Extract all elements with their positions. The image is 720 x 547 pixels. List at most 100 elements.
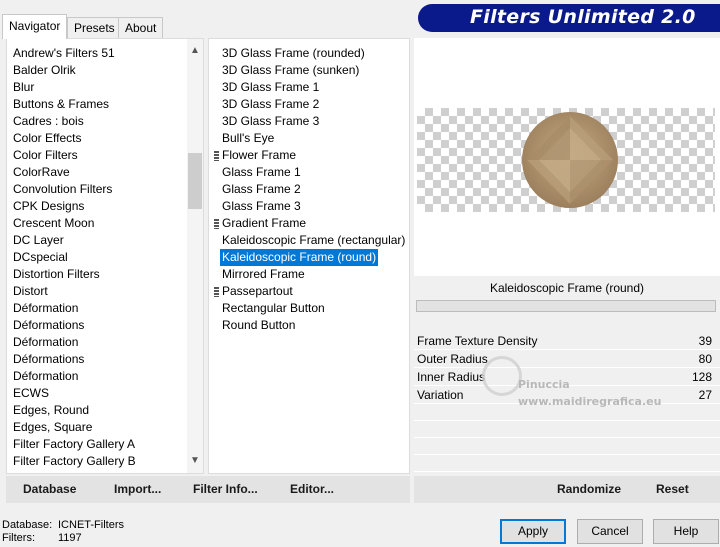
scroll-down-icon[interactable]: ▼ — [187, 453, 203, 469]
category-item[interactable]: Filter Factory Gallery C — [7, 470, 189, 473]
filter-item[interactable]: Glass Frame 3 — [209, 198, 409, 215]
progress-bar — [416, 300, 716, 312]
category-item[interactable]: Balder Olrik — [7, 62, 189, 79]
filter-item-label: Glass Frame 1 — [222, 165, 301, 179]
category-list-panel: Andrew's Filters 51 Balder Olrik Blur Butto… — [6, 38, 204, 474]
reset-button[interactable]: Reset — [656, 482, 689, 496]
help-button[interactable]: Help — [653, 519, 719, 544]
preview-area — [414, 38, 720, 276]
preview-panel: Kaleidoscopic Frame (round) Frame Textur… — [414, 38, 720, 474]
group-marker-icon — [214, 219, 219, 229]
filter-item-label: Rectangular Button — [222, 301, 325, 315]
category-item[interactable]: Déformation — [7, 300, 189, 317]
category-item[interactable]: Distortion Filters — [7, 266, 189, 283]
status-database-label: Database: — [2, 519, 53, 531]
parameter-value[interactable]: 39 — [699, 332, 712, 350]
action-bar-left: Database Import... Filter Info... Editor… — [6, 476, 410, 503]
category-list: Andrew's Filters 51 Balder Olrik Blur Butto… — [7, 45, 189, 473]
parameter-label: Variation — [417, 388, 464, 402]
filter-item[interactable]: Gradient Frame — [209, 215, 409, 232]
filter-item[interactable]: 3D Glass Frame (sunken) — [209, 62, 409, 79]
watermark-name: Pinuccia — [518, 378, 570, 391]
category-item[interactable]: CPK Designs — [7, 198, 189, 215]
banner-title: Filters Unlimited 2.0 — [470, 6, 696, 28]
filter-item[interactable]: Rectangular Button — [209, 300, 409, 317]
filter-item[interactable]: Kaleidoscopic Frame (rectangular) — [209, 232, 409, 249]
filter-item[interactable]: Glass Frame 1 — [209, 164, 409, 181]
parameter-label: Inner Radius — [417, 370, 486, 384]
filter-item-label: 3D Glass Frame 1 — [222, 80, 320, 94]
category-item[interactable]: Edges, Square — [7, 419, 189, 436]
parameter-label: Outer Radius — [417, 352, 488, 366]
database-button[interactable]: Database — [23, 482, 76, 496]
filter-item[interactable]: Round Button — [209, 317, 409, 334]
filter-item[interactable]: 3D Glass Frame 1 — [209, 79, 409, 96]
parameter-row-empty — [414, 455, 720, 472]
category-item[interactable]: DC Layer — [7, 232, 189, 249]
filter-item[interactable]: Glass Frame 2 — [209, 181, 409, 198]
tab-navigator[interactable]: Navigator — [2, 14, 68, 39]
editor-button[interactable]: Editor... — [290, 482, 334, 496]
category-scrollbar[interactable]: ▲ ▼ — [187, 39, 203, 473]
category-item[interactable]: Déformations — [7, 351, 189, 368]
category-item[interactable]: Edges, Round — [7, 402, 189, 419]
category-item[interactable]: Déformations — [7, 317, 189, 334]
filter-item[interactable]: Flower Frame — [209, 147, 409, 164]
category-item[interactable]: Convolution Filters — [7, 181, 189, 198]
filter-item-label: Flower Frame — [222, 148, 297, 162]
category-item[interactable]: ECWS — [7, 385, 189, 402]
category-item[interactable]: ColorRave — [7, 164, 189, 181]
randomize-button[interactable]: Randomize — [557, 482, 621, 496]
status-database: Database: ICNET-Filters — [2, 519, 124, 531]
category-item[interactable]: Color Effects — [7, 130, 189, 147]
category-item[interactable]: Buttons & Frames — [7, 96, 189, 113]
filter-item[interactable]: Bull's Eye — [209, 130, 409, 147]
parameter-row[interactable]: Outer Radius 80 — [414, 350, 720, 368]
parameter-value[interactable]: 80 — [699, 350, 712, 368]
category-item[interactable]: DCspecial — [7, 249, 189, 266]
group-marker-icon — [214, 287, 219, 297]
filter-item[interactable]: Kaleidoscopic Frame (round) — [209, 249, 409, 266]
scroll-up-icon[interactable]: ▲ — [187, 43, 203, 59]
category-item[interactable]: Distort — [7, 283, 189, 300]
filter-item[interactable]: 3D Glass Frame 3 — [209, 113, 409, 130]
filter-item-label: Bull's Eye — [222, 131, 275, 145]
filter-item-label: Gradient Frame — [222, 216, 307, 230]
watermark-logo — [482, 356, 522, 396]
status-database-value: ICNET-Filters — [58, 519, 124, 531]
parameter-value[interactable]: 128 — [692, 368, 712, 386]
parameter-value[interactable]: 27 — [699, 386, 712, 404]
cancel-button[interactable]: Cancel — [577, 519, 643, 544]
filter-item-label: Mirrored Frame — [222, 267, 305, 281]
parameter-label: Frame Texture Density — [417, 334, 538, 348]
category-item[interactable]: Filter Factory Gallery A — [7, 436, 189, 453]
apply-button[interactable]: Apply — [500, 519, 566, 544]
category-item[interactable]: Déformation — [7, 334, 189, 351]
filter-item-label: Glass Frame 3 — [222, 199, 301, 213]
filter-item-label: Kaleidoscopic Frame (round) — [220, 249, 379, 266]
filter-item-label: 3D Glass Frame (rounded) — [222, 46, 365, 60]
status-filters-value: 1197 — [58, 532, 82, 544]
filter-item[interactable]: Passepartout — [209, 283, 409, 300]
filter-info-button[interactable]: Filter Info... — [193, 482, 258, 496]
category-item[interactable]: Color Filters — [7, 147, 189, 164]
parameter-row[interactable]: Frame Texture Density 39 — [414, 332, 720, 350]
tab-presets[interactable]: Presets — [67, 17, 122, 38]
filter-item-label: Passepartout — [222, 284, 293, 298]
parameter-row-empty — [414, 438, 720, 455]
category-item[interactable]: Cadres : bois — [7, 113, 189, 130]
filter-item[interactable]: 3D Glass Frame (rounded) — [209, 45, 409, 62]
filter-list-panel: 3D Glass Frame (rounded) 3D Glass Frame (… — [208, 38, 410, 474]
filter-item-label: 3D Glass Frame 3 — [222, 114, 320, 128]
category-item[interactable]: Andrew's Filters 51 — [7, 45, 189, 62]
category-item[interactable]: Filter Factory Gallery B — [7, 453, 189, 470]
filter-item[interactable]: 3D Glass Frame 2 — [209, 96, 409, 113]
group-marker-icon — [214, 151, 219, 161]
category-item[interactable]: Blur — [7, 79, 189, 96]
category-item[interactable]: Crescent Moon — [7, 215, 189, 232]
tab-about[interactable]: About — [118, 17, 164, 38]
filter-item[interactable]: Mirrored Frame — [209, 266, 409, 283]
category-item[interactable]: Déformation — [7, 368, 189, 385]
scroll-thumb[interactable] — [188, 153, 202, 209]
import-button[interactable]: Import... — [114, 482, 161, 496]
